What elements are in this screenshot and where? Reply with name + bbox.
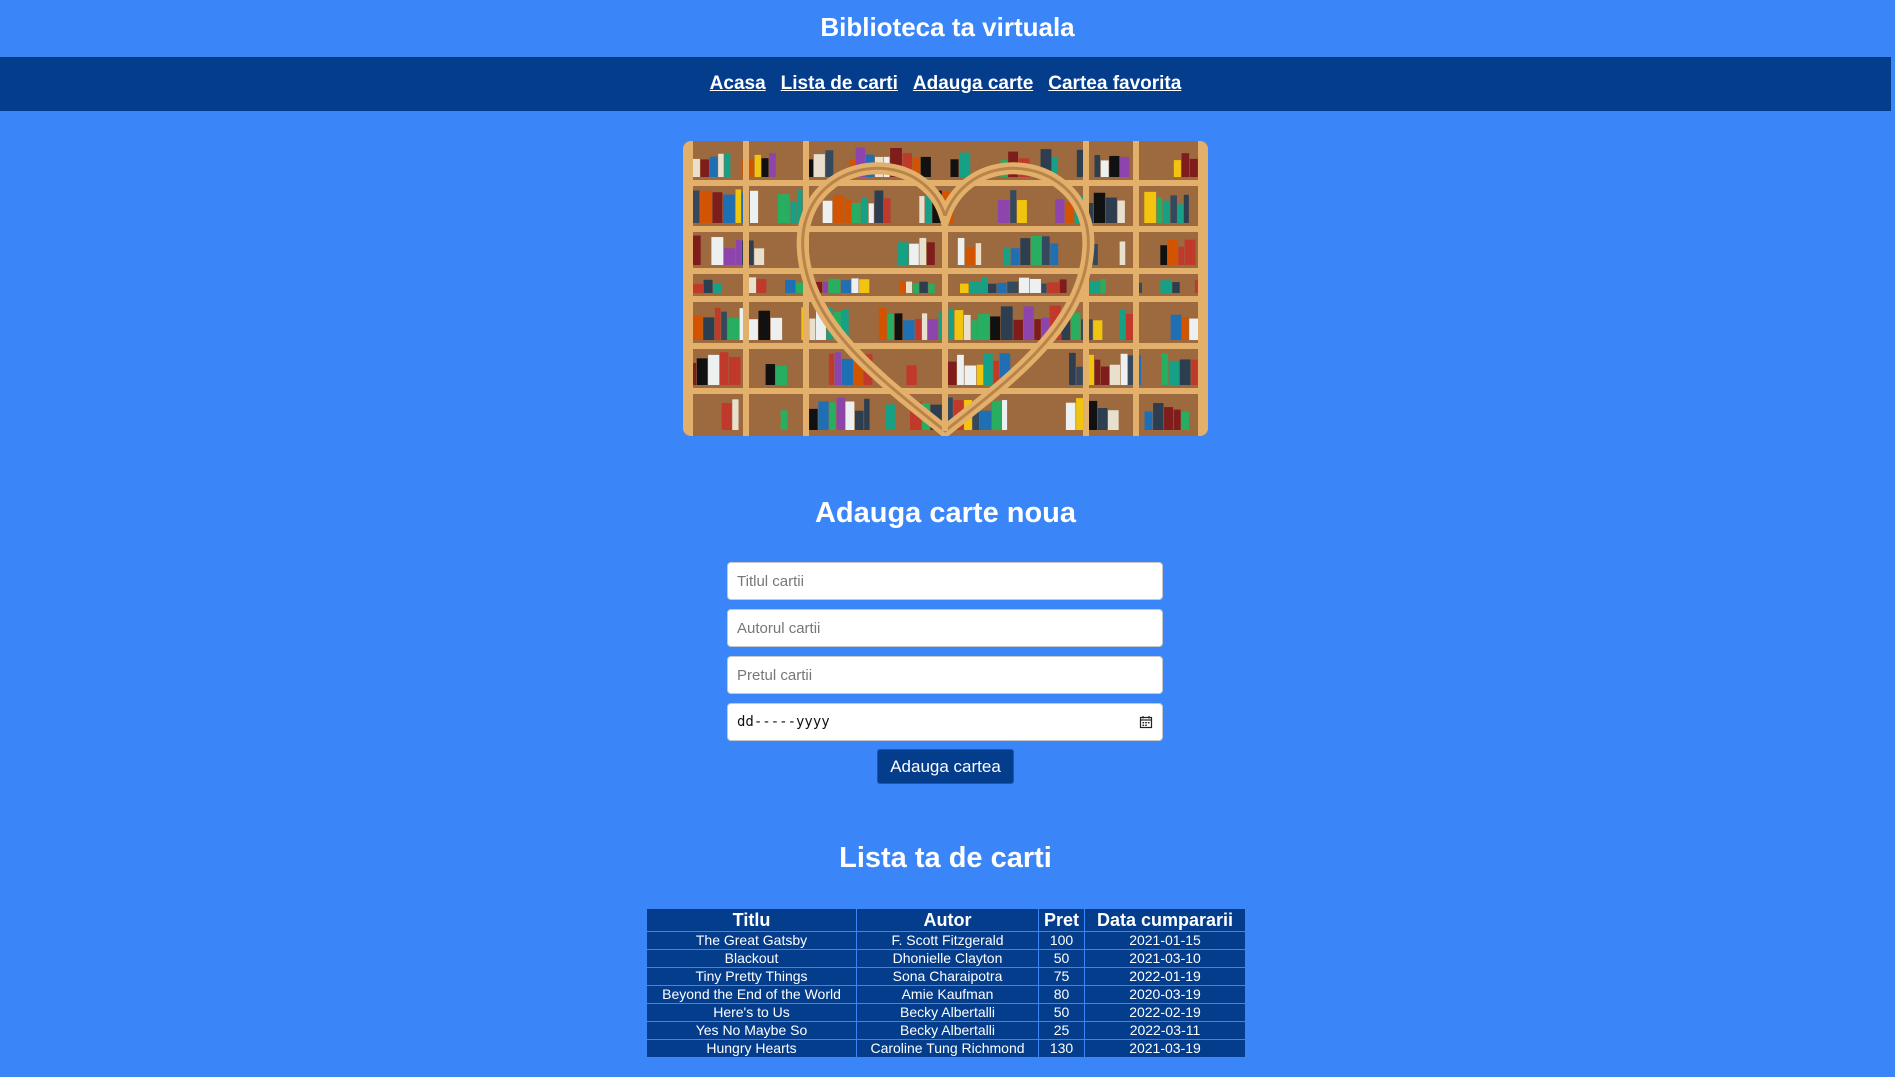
book-price-input[interactable] bbox=[727, 656, 1163, 694]
cell-price: 50 bbox=[1038, 949, 1085, 968]
cell-title: Yes No Maybe So bbox=[646, 1021, 857, 1040]
cell-author: Dhonielle Clayton bbox=[856, 949, 1039, 968]
cell-author: F. Scott Fitzgerald bbox=[856, 931, 1039, 950]
purchase-date-input[interactable]: dd-----yyyy bbox=[727, 703, 1163, 741]
column-header-autor: Autor bbox=[856, 908, 1039, 932]
hero-bookshelf-image bbox=[683, 141, 1208, 436]
cell-price: 100 bbox=[1038, 931, 1085, 950]
site-title: Biblioteca ta virtuala bbox=[820, 12, 1075, 42]
book-list-heading: Lista ta de carti bbox=[839, 842, 1052, 874]
cell-author: Amie Kaufman bbox=[856, 985, 1039, 1004]
calendar-icon[interactable] bbox=[1139, 715, 1153, 729]
cell-date: 2022-02-19 bbox=[1084, 1003, 1246, 1022]
cell-date: 2021-01-15 bbox=[1084, 931, 1246, 950]
cell-date: 2022-01-19 bbox=[1084, 967, 1246, 986]
nav-link-adauga-carte[interactable]: Adauga carte bbox=[913, 73, 1033, 95]
cell-title: Tiny Pretty Things bbox=[646, 967, 857, 986]
bookshelf-heart-illustration bbox=[683, 141, 1208, 436]
cell-price: 80 bbox=[1038, 985, 1085, 1004]
cell-author: Becky Albertalli bbox=[856, 1021, 1039, 1040]
column-header-titlu: Titlu bbox=[646, 908, 857, 932]
column-header-pret: Pret bbox=[1038, 908, 1085, 932]
cell-author: Sona Charaipotra bbox=[856, 967, 1039, 986]
books-table: Titlu Autor Pret Data cumpararii The Gre… bbox=[646, 908, 1246, 1058]
cell-date: 2021-03-19 bbox=[1084, 1039, 1246, 1058]
add-book-button[interactable]: Adauga cartea bbox=[877, 749, 1014, 784]
cell-price: 75 bbox=[1038, 967, 1085, 986]
cell-title: Hungry Hearts bbox=[646, 1039, 857, 1058]
table-row: The Great Gatsby F. Scott Fitzgerald 100… bbox=[646, 931, 1246, 950]
date-placeholder-text: dd-----yyyy bbox=[737, 714, 830, 730]
book-title-input[interactable] bbox=[727, 562, 1163, 600]
cell-date: 2021-03-10 bbox=[1084, 949, 1246, 968]
main-navbar: Acasa Lista de carti Adauga carte Cartea… bbox=[0, 57, 1891, 111]
cell-author: Becky Albertalli bbox=[856, 1003, 1039, 1022]
column-header-data-cumpararii: Data cumpararii bbox=[1084, 908, 1246, 932]
cell-price: 25 bbox=[1038, 1021, 1085, 1040]
table-row: Tiny Pretty Things Sona Charaipotra 75 2… bbox=[646, 967, 1246, 986]
cell-title: The Great Gatsby bbox=[646, 931, 857, 950]
book-author-input[interactable] bbox=[727, 609, 1163, 647]
table-row: Hungry Hearts Caroline Tung Richmond 130… bbox=[646, 1039, 1246, 1058]
table-row: Blackout Dhonielle Clayton 50 2021-03-10 bbox=[646, 949, 1246, 968]
table-row: Here's to Us Becky Albertalli 50 2022-02… bbox=[646, 1003, 1246, 1022]
cell-title: Beyond the End of the World bbox=[646, 985, 857, 1004]
nav-link-acasa[interactable]: Acasa bbox=[710, 73, 766, 95]
table-row: Yes No Maybe So Becky Albertalli 25 2022… bbox=[646, 1021, 1246, 1040]
table-row: Beyond the End of the World Amie Kaufman… bbox=[646, 985, 1246, 1004]
site-header: Biblioteca ta virtuala bbox=[0, 0, 1895, 57]
cell-author: Caroline Tung Richmond bbox=[856, 1039, 1039, 1058]
cell-date: 2022-03-11 bbox=[1084, 1021, 1246, 1040]
nav-link-lista-de-carti[interactable]: Lista de carti bbox=[781, 73, 898, 95]
cell-price: 50 bbox=[1038, 1003, 1085, 1022]
cell-date: 2020-03-19 bbox=[1084, 985, 1246, 1004]
add-book-heading: Adauga carte noua bbox=[814, 497, 1077, 529]
cell-price: 130 bbox=[1038, 1039, 1085, 1058]
cell-title: Blackout bbox=[646, 949, 857, 968]
table-header-row: Titlu Autor Pret Data cumpararii bbox=[646, 908, 1246, 932]
nav-link-cartea-favorita[interactable]: Cartea favorita bbox=[1048, 73, 1181, 95]
cell-title: Here's to Us bbox=[646, 1003, 857, 1022]
